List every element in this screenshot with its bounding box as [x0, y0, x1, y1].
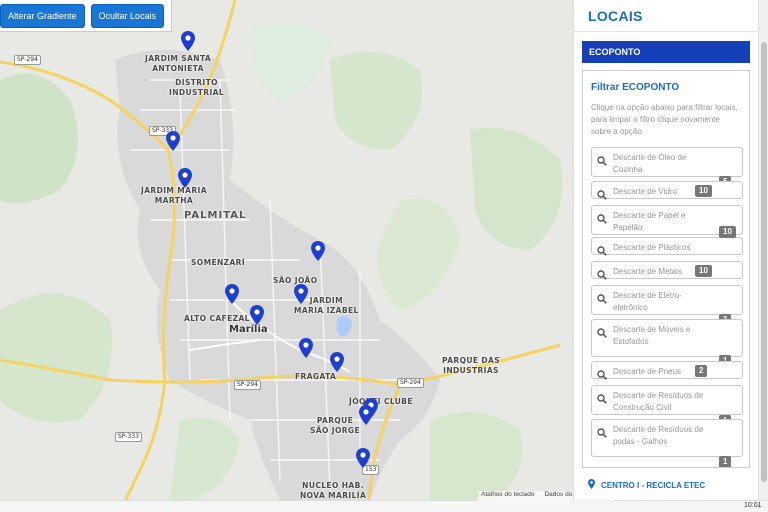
road-shield-sp333: SP-333 [115, 432, 142, 442]
count-badge: 10 [695, 185, 712, 197]
locations-panel: LOCAIS ECOPONTO Filtrar ECOPONTO Clique … [573, 0, 759, 500]
map-label-marilia: Marília [229, 324, 268, 335]
centro-link[interactable]: CENTRO I - RECICLA ETEC [588, 479, 705, 491]
filter-option[interactable]: Descarte de Móveis e Estofados1 [591, 319, 743, 367]
road-shield-sp294: SP-294 [234, 380, 261, 390]
filter-option-label: Descarte de Móveis e Estofados [613, 325, 691, 346]
map-pin-icon [178, 168, 192, 188]
filter-option[interactable]: Descarte de Pneus 2 [591, 361, 743, 380]
search-icon [597, 187, 607, 200]
map-label-palmital: PALMITAL [184, 210, 247, 221]
map-pin-icon [299, 338, 313, 358]
filter-option[interactable]: Descarte de Eletro-eletrônico3 [591, 285, 743, 326]
count-badge: 1 [719, 456, 732, 467]
filter-option[interactable]: Descarte de Vidro 10 [591, 181, 743, 200]
filter-option-label: Descarte de Papel e Papelão [613, 211, 686, 232]
alter-gradient-button[interactable]: Alterar Gradiente [0, 3, 85, 28]
centro-link-label: CENTRO I - RECICLA ETEC [601, 480, 706, 490]
search-icon [597, 243, 607, 256]
search-icon [597, 425, 607, 438]
search-icon [597, 291, 607, 304]
filter-option-label: Descarte de Eletro-eletrônico [613, 291, 682, 312]
filter-option-label: Descarte de Óleo de Cozinha [613, 153, 687, 174]
map-pin-icon [181, 31, 195, 51]
app-root: SP-294 SP-333 SP-294 SP-294 SP-333 153 J… [0, 0, 768, 512]
map-pin-marker[interactable] [181, 31, 195, 51]
search-icon [597, 153, 607, 166]
map-label-nucleo-hab: NUCLEO HAB. NOVA MARILIA [300, 481, 367, 500]
status-bar [0, 500, 768, 512]
map-pin-icon [294, 284, 308, 304]
filter-title: Filtrar ECOPONTO [591, 82, 680, 93]
map-pin-marker[interactable] [330, 352, 344, 372]
map-label-jardim-santa-antonieta: JARDIM SANTA ANTONIETA [145, 54, 212, 73]
map-pin-icon [356, 448, 370, 468]
filter-option-label: Descarte de Resíduos de podas - Galhos [613, 425, 704, 446]
filter-option-label: Descarte de Plásticos [613, 243, 691, 252]
map-pin-icon [359, 405, 373, 425]
map-pin-icon [311, 241, 325, 261]
search-icon [597, 267, 607, 280]
count-badge: 10 [695, 265, 712, 277]
map-label-fragata: FRAGATA [295, 372, 337, 381]
hide-locations-button[interactable]: Ocultar Locais [90, 3, 165, 28]
map-label-jardim-maria-martha: JARDIM MARIA MARTHA [141, 186, 207, 205]
map-pin-marker[interactable] [359, 405, 373, 425]
count-badge: 10 [719, 226, 736, 238]
map-pin-marker[interactable] [225, 284, 239, 304]
map-pin-icon [250, 305, 264, 325]
road-shield-sp294: SP-294 [14, 55, 41, 65]
map-label-alto-cafezal: ALTO CAFEZAL [184, 314, 250, 323]
clock: 10:01 [744, 502, 762, 509]
search-icon [597, 211, 607, 224]
map-pin-icon [166, 131, 180, 151]
map-pin-marker[interactable] [294, 284, 308, 304]
filter-help-text: Clique na opção abaixo para filtrar loca… [591, 103, 738, 136]
filter-option[interactable]: Descarte de Plásticos 10 [591, 226, 743, 256]
filter-option[interactable]: Descarte de Óleo de Cozinha5 [591, 147, 743, 188]
count-badge: 2 [695, 365, 708, 377]
filter-option[interactable]: Descarte de Resíduos de podas - Galhos 1 [591, 419, 743, 467]
section-header-ecoponto[interactable]: ECOPONTO [582, 41, 750, 63]
map-label-parque-sao-jorge: PARQUE SÃO JORGE [310, 416, 361, 435]
map-pin-marker[interactable] [250, 305, 264, 325]
map-label-parque-das-industrias: PARQUE DAS INDUSTRIAS [442, 356, 501, 375]
map-label-distrito-industrial: DISTRITO INDUSTRIAL [169, 78, 225, 97]
panel-scrollbar[interactable] [758, 0, 768, 500]
scrollbar-thumb[interactable] [761, 42, 767, 482]
panel-title: LOCAIS [588, 8, 643, 24]
search-icon [597, 367, 607, 380]
map-pin-icon [225, 284, 239, 304]
panel-divider [574, 31, 759, 32]
map-controls: Alterar Gradiente Ocultar Locais [0, 0, 172, 32]
map-pin-marker[interactable] [311, 241, 325, 261]
map-label-somenzari: SOMENZARI [191, 258, 246, 267]
map-pin-marker[interactable] [166, 131, 180, 151]
location-pin-icon [588, 479, 595, 491]
map-pin-marker[interactable] [178, 168, 192, 188]
filter-option-label: Descarte de Resíduos de Construção Civil [613, 391, 704, 412]
map-pin-marker[interactable] [356, 448, 370, 468]
filter-option[interactable]: Descarte de Resíduos de Construção Civil… [591, 385, 743, 427]
filter-option[interactable]: Descarte de Metais 10 [591, 261, 743, 280]
search-icon [597, 391, 607, 404]
search-icon [597, 325, 607, 338]
keyboard-shortcuts-link[interactable]: Atalhos do teclado [481, 491, 534, 501]
filter-box: Filtrar ECOPONTO Clique na opção abaixo … [582, 70, 750, 468]
map-pin-icon [330, 352, 344, 372]
map-pin-marker[interactable] [299, 338, 313, 358]
road-shield-sp294: SP-294 [397, 378, 424, 388]
